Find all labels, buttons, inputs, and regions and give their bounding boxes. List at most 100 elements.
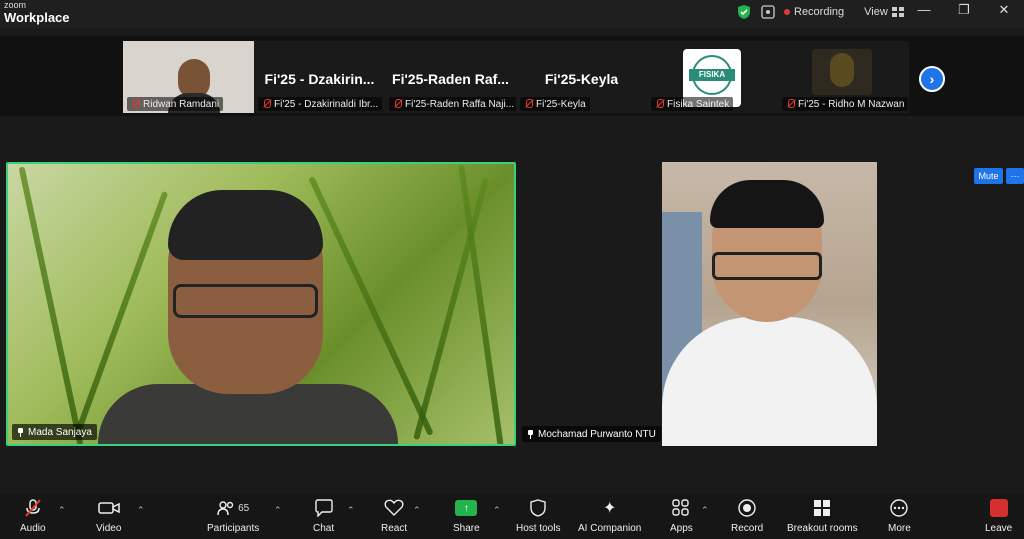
view-label: View	[864, 6, 888, 18]
restore-icon[interactable]: ❐	[944, 0, 984, 20]
gallery-name: Fi'25 - Ridho M Nazwan	[798, 98, 905, 110]
audio-options-chevron-icon[interactable]: ⌃	[58, 505, 66, 516]
mic-muted-icon	[262, 99, 271, 109]
more-button[interactable]: More	[888, 497, 911, 534]
participants-button[interactable]: 65 Participants	[207, 497, 259, 534]
record-button[interactable]: Record	[731, 497, 763, 534]
breakout-rooms-button[interactable]: Breakout rooms	[787, 497, 858, 534]
gallery-name: Fi'25-Raden Raffa Naji...	[405, 98, 514, 110]
tile-more-options-button[interactable]: ···	[1006, 168, 1024, 184]
gallery-tile-ridwan[interactable]: Ridwan Ramdani	[123, 41, 254, 113]
share-button[interactable]: ↑ Share	[453, 497, 480, 534]
close-icon[interactable]: ✕	[984, 0, 1024, 20]
meeting-info-icon[interactable]	[760, 4, 776, 20]
pin-icon	[527, 429, 534, 439]
ai-companion-label: AI Companion	[578, 523, 642, 534]
shield-icon	[530, 497, 546, 519]
brand-main: Workplace	[4, 10, 70, 25]
gallery-name: Fi'25-Keyla	[536, 98, 586, 110]
chat-button[interactable]: Chat	[313, 497, 334, 534]
participant-video-face	[830, 53, 854, 87]
sparkle-icon: ✦	[602, 500, 617, 517]
video-button[interactable]: Video	[96, 497, 121, 534]
speaker-glasses	[173, 284, 318, 318]
more-icon	[890, 497, 909, 519]
chat-options-chevron-icon[interactable]: ⌃	[347, 505, 355, 516]
share-options-chevron-icon[interactable]: ⌃	[493, 505, 501, 516]
apps-label: Apps	[670, 523, 693, 534]
participant-video-thumb	[812, 49, 872, 95]
brand-top: zoom	[4, 0, 27, 10]
second-name-tag: Mochamad Purwanto NTU	[522, 426, 661, 442]
gallery-name-tag: Fisika Saintek	[651, 97, 734, 111]
participants-icon: 65	[217, 497, 249, 519]
gallery-next-button[interactable]: ›	[919, 66, 945, 92]
participant-body	[662, 317, 877, 446]
leave-icon	[989, 497, 1008, 519]
participant-hair	[710, 180, 824, 228]
leave-label: Leave	[985, 523, 1013, 534]
breakout-rooms-icon	[813, 497, 831, 519]
heart-icon	[384, 497, 404, 519]
more-label: More	[888, 523, 911, 534]
video-camera-icon	[97, 497, 120, 519]
title-bar: zoom Workplace Recording View — ❐ ✕	[0, 0, 1024, 28]
audio-button[interactable]: Audio	[20, 497, 46, 534]
record-label: Record	[731, 523, 764, 534]
gallery-name: Fi'25 - Dzakirinaldi Ibr...	[274, 98, 379, 110]
gallery-name: Ridwan Ramdani	[143, 98, 220, 110]
main-video-area: Mada Sanjaya Mochamad Purwanto NTU	[0, 116, 1024, 493]
meeting-toolbar: Audio ⌃ Video ⌃ 65 Participants ⌃ Chat ⌃…	[0, 493, 1024, 539]
zoom-logo: zoom Workplace	[4, 0, 70, 25]
mic-muted-icon	[23, 497, 43, 519]
grid-view-icon	[891, 7, 904, 17]
gallery-big-name: Fi'25-Keyla	[544, 71, 619, 87]
react-options-chevron-icon[interactable]: ⌃	[413, 505, 421, 516]
participant-glasses	[712, 252, 822, 280]
gallery-tile-dzakirinaldi[interactable]: Fi'25 - Dzakirin... Fi'25 - Dzakirinaldi…	[254, 41, 385, 113]
breakout-rooms-label: Breakout rooms	[787, 523, 858, 534]
participants-label: Participants	[207, 523, 260, 534]
minimize-icon[interactable]: —	[904, 0, 944, 20]
ai-companion-button[interactable]: ✦ AI Companion	[578, 497, 641, 534]
fisika-logo-text: FISIKA	[689, 69, 735, 81]
chevron-right-icon: ›	[929, 71, 935, 87]
mic-muted-icon	[131, 99, 140, 109]
react-button[interactable]: React	[381, 497, 407, 534]
window-controls: — ❐ ✕	[904, 0, 1024, 20]
mute-participant-button[interactable]: Mute	[974, 168, 1003, 184]
gallery-name-tag: Fi'25-Keyla	[520, 97, 590, 111]
leave-button[interactable]: Leave	[985, 497, 1012, 534]
recording-indicator[interactable]: Recording	[784, 6, 844, 18]
gallery-big-name: Fi'25-Raden Raf...	[392, 71, 509, 87]
participants-options-chevron-icon[interactable]: ⌃	[274, 505, 282, 516]
apps-button[interactable]: Apps	[670, 497, 693, 534]
gallery-tile-fisika[interactable]: FISIKA Fisika Saintek	[647, 41, 778, 113]
pin-icon	[17, 427, 24, 437]
view-button[interactable]: View	[864, 6, 904, 18]
mic-muted-icon	[524, 99, 533, 109]
second-participant-tile[interactable]: Mochamad Purwanto NTU	[518, 162, 1024, 446]
active-speaker-tile[interactable]: Mada Sanjaya	[6, 162, 516, 446]
second-participant-video	[662, 162, 877, 446]
participant-gallery-strip: Ridwan Ramdani Fi'25 - Dzakirin... Fi'25…	[0, 36, 1024, 116]
share-label: Share	[453, 523, 480, 534]
chat-icon	[314, 497, 334, 519]
host-tools-label: Host tools	[516, 523, 561, 534]
recording-label: Recording	[794, 6, 845, 18]
apps-icon	[672, 497, 690, 519]
video-options-chevron-icon[interactable]: ⌃	[137, 505, 145, 516]
security-shield-icon[interactable]	[736, 4, 752, 20]
gallery-tile-raden[interactable]: Fi'25-Raden Raf... Fi'25-Raden Raffa Naj…	[385, 41, 518, 113]
apps-options-chevron-icon[interactable]: ⌃	[701, 505, 709, 516]
gallery-tile-ridho[interactable]: Fi'25 - Ridho M Nazwan	[778, 41, 909, 113]
gallery-name-tag: Ridwan Ramdani	[127, 97, 224, 111]
record-icon	[738, 497, 756, 519]
gallery-name-tag: Fi'25 - Dzakirinaldi Ibr...	[258, 97, 383, 111]
gallery-big-name: Fi'25 - Dzakirin...	[264, 71, 375, 87]
gallery-tile-keyla[interactable]: Fi'25-Keyla Fi'25-Keyla	[516, 41, 647, 113]
host-tools-button[interactable]: Host tools	[516, 497, 560, 534]
share-screen-icon: ↑	[455, 497, 478, 519]
grass-blade	[18, 166, 84, 444]
second-participant-name: Mochamad Purwanto NTU	[538, 428, 656, 440]
